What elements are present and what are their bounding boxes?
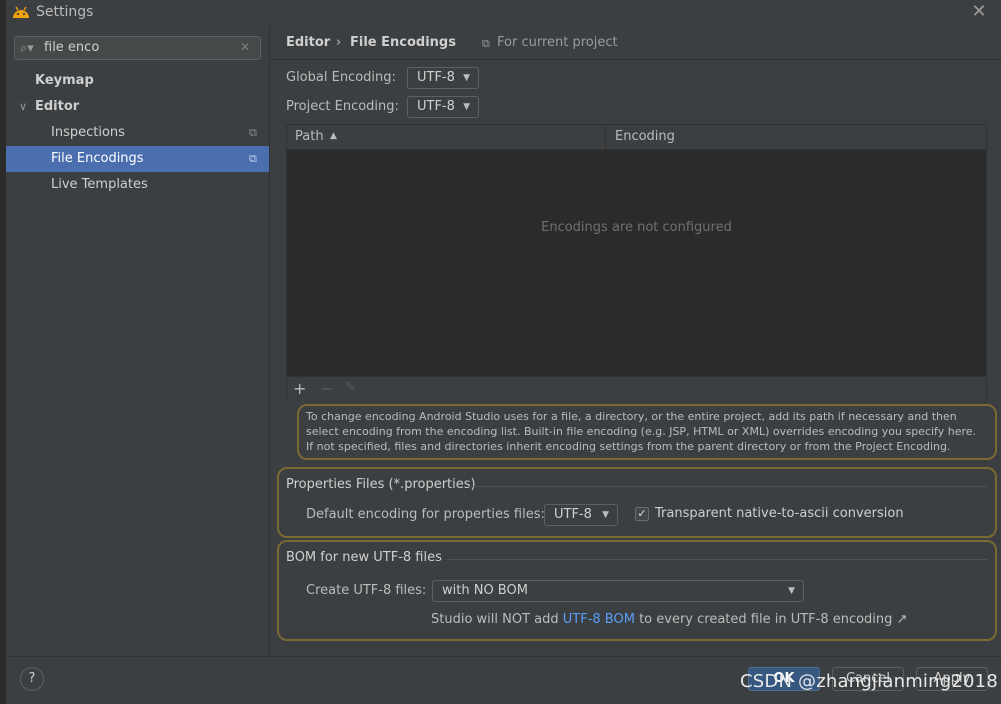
sidebar-item-file-encodings[interactable]: File Encodings ⧉	[6, 146, 269, 172]
window-title: Settings	[36, 4, 94, 20]
bom-note: Studio will NOT add UTF-8 BOM to every c…	[431, 612, 907, 627]
watermark: CSDN @zhangjianming2018	[740, 671, 998, 692]
close-icon[interactable]: ✕	[968, 1, 990, 23]
breadcrumb-parent[interactable]: Editor	[286, 35, 330, 50]
project-scope-icon: ⧉	[249, 152, 257, 165]
sidebar-item-live-templates[interactable]: Live Templates	[6, 172, 269, 198]
native-to-ascii-checkbox[interactable]: ✓	[635, 507, 649, 521]
sort-ascending-icon[interactable]: ▲	[330, 131, 337, 141]
sidebar-item-label: Editor	[35, 99, 80, 114]
sidebar-item-inspections[interactable]: Inspections ⧉	[6, 120, 269, 146]
empty-table-message: Encodings are not configured	[541, 220, 732, 235]
group-divider	[447, 559, 987, 560]
native-to-ascii-label[interactable]: Transparent native-to-ascii conversion	[655, 506, 904, 521]
project-scope-icon: ⧉	[482, 37, 490, 50]
sidebar-item-label: File Encodings	[51, 151, 144, 166]
android-icon	[13, 6, 29, 18]
sidebar-item-editor[interactable]: ∨ Editor	[6, 94, 269, 120]
chevron-down-icon: ▼	[463, 102, 470, 112]
encodings-table[interactable]	[286, 124, 987, 402]
bom-note-text: Studio will NOT add	[431, 612, 563, 627]
column-divider[interactable]	[605, 125, 606, 150]
dropdown-value: UTF-8	[554, 507, 592, 522]
sidebar-item-label: Keymap	[35, 73, 94, 88]
column-header-path[interactable]: Path	[295, 129, 324, 144]
clear-search-icon[interactable]: ✕	[240, 40, 250, 54]
properties-encoding-label: Default encoding for properties files:	[306, 507, 545, 522]
properties-encoding-dropdown[interactable]: UTF-8 ▼	[544, 504, 618, 526]
search-icon: ⌕▾	[20, 41, 34, 56]
table-toolbar	[287, 376, 986, 402]
global-encoding-dropdown[interactable]: UTF-8 ▼	[407, 67, 479, 89]
group-divider	[469, 486, 987, 487]
page-title: File Encodings	[350, 35, 456, 50]
properties-group-title: Properties Files (*.properties)	[286, 477, 476, 492]
create-utf8-label: Create UTF-8 files:	[306, 583, 427, 598]
dropdown-value: with NO BOM	[442, 583, 528, 598]
edit-icon[interactable]: ✎	[345, 380, 356, 395]
project-encoding-dropdown[interactable]: UTF-8 ▼	[407, 96, 479, 118]
chevron-down-icon: ▼	[463, 73, 470, 83]
chevron-down-icon: ▼	[788, 586, 795, 596]
project-encoding-label: Project Encoding:	[286, 99, 399, 114]
add-icon[interactable]: +	[293, 379, 306, 398]
dropdown-value: UTF-8	[417, 70, 455, 85]
bom-group-title: BOM for new UTF-8 files	[286, 550, 442, 565]
expand-chevron-icon[interactable]: ∨	[19, 94, 27, 120]
scope-label: For current project	[497, 35, 618, 50]
dropdown-value: UTF-8	[417, 99, 455, 114]
project-scope-icon: ⧉	[249, 126, 257, 139]
remove-icon[interactable]: −	[320, 379, 333, 398]
breadcrumb-separator: ›	[336, 35, 342, 50]
bom-note-text: to every created file in UTF-8 encoding …	[634, 612, 908, 627]
column-header-encoding[interactable]: Encoding	[615, 129, 675, 144]
create-utf8-dropdown[interactable]: with NO BOM ▼	[432, 580, 804, 602]
sidebar-item-keymap[interactable]: Keymap	[6, 68, 269, 94]
sidebar-item-label: Live Templates	[51, 177, 148, 192]
title-bar	[6, 0, 1001, 26]
encoding-help-text: To change encoding Android Studio uses f…	[306, 410, 977, 453]
global-encoding-label: Global Encoding:	[286, 70, 396, 85]
help-button[interactable]: ?	[20, 667, 44, 691]
chevron-down-icon: ▼	[602, 510, 609, 520]
sidebar-item-label: Inspections	[51, 125, 125, 140]
search-input-value[interactable]: file enco	[44, 40, 99, 55]
utf8-bom-link[interactable]: UTF-8 BOM	[563, 612, 635, 627]
